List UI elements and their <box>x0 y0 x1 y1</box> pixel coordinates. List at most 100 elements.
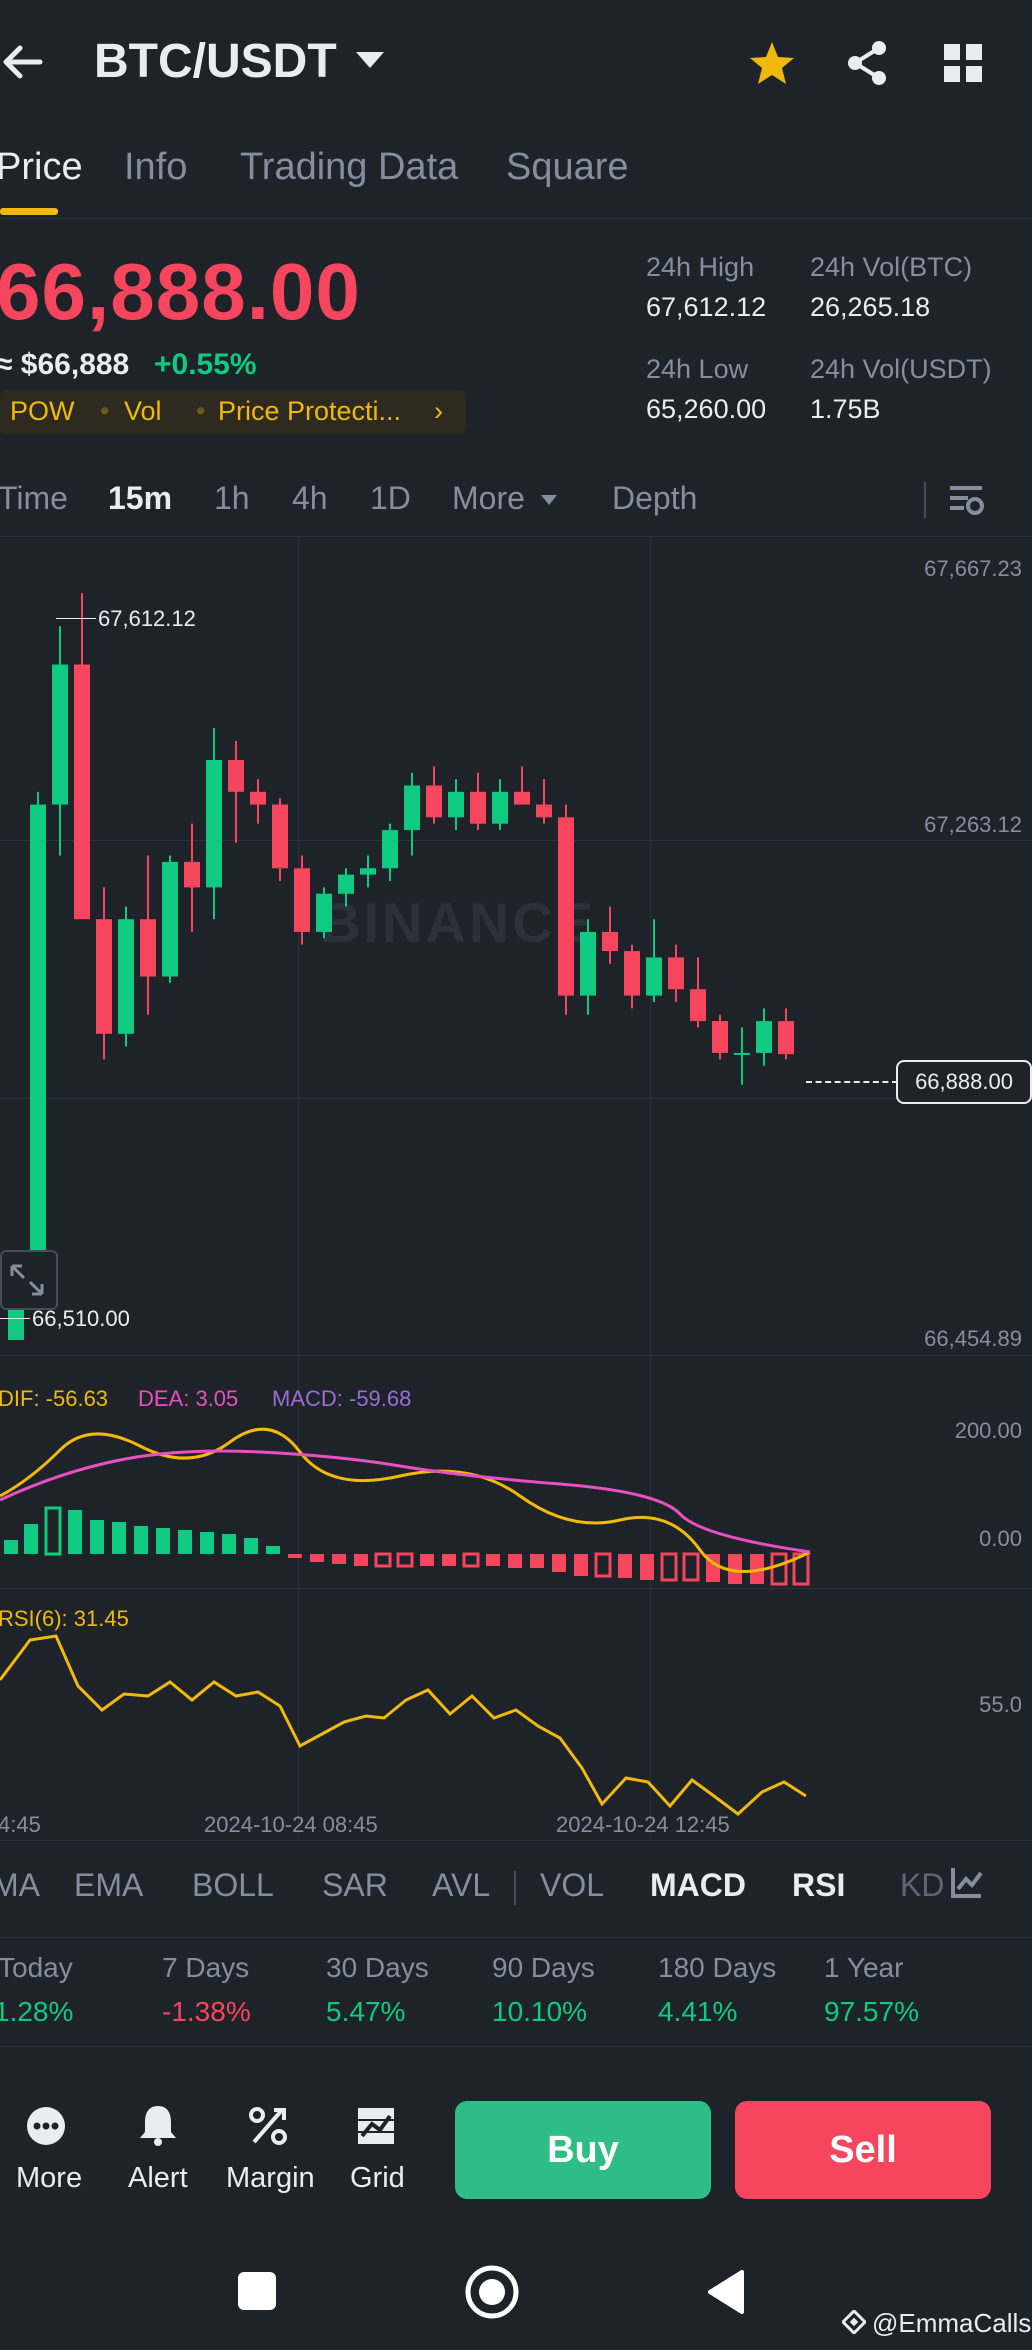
indicator-boll[interactable]: BOLL <box>192 1867 274 1904</box>
fullscreen-button[interactable] <box>0 1250 58 1310</box>
tab-square[interactable]: Square <box>506 146 629 189</box>
candle-body <box>206 760 222 888</box>
indicator-rsi[interactable]: RSI <box>792 1867 845 1904</box>
x-axis-label: 2024-10-24 12:45 <box>556 1812 730 1837</box>
timeframe-1d[interactable]: 1D <box>370 480 411 517</box>
timeframe-more[interactable]: More <box>452 480 525 517</box>
alert-bell-icon[interactable] <box>138 2104 178 2146</box>
candle-body <box>690 989 706 1022</box>
candle-body <box>382 830 398 869</box>
system-nav-bar: @EmmaCalls <box>0 2246 1032 2350</box>
more-dots-icon <box>27 2107 65 2145</box>
candle <box>756 1008 772 1066</box>
tag-pow[interactable]: POW <box>10 396 75 427</box>
indicator-ma[interactable]: MA <box>0 1867 40 1904</box>
timeframe-time[interactable]: Time <box>0 480 68 517</box>
candle-body <box>492 791 508 824</box>
candle-body <box>646 957 662 996</box>
home-circle-icon[interactable] <box>464 2264 520 2320</box>
indicator-settings-icon[interactable] <box>950 1865 984 1899</box>
candle-body <box>426 785 442 818</box>
candle <box>206 728 222 920</box>
margin-action-label[interactable]: Margin <box>226 2162 315 2195</box>
candle-body <box>778 1021 794 1055</box>
rsi-line <box>0 1634 807 1816</box>
timeframe-depth[interactable]: Depth <box>612 480 697 517</box>
candle <box>668 944 684 1002</box>
candle <box>448 779 464 831</box>
candle <box>52 626 68 856</box>
candle <box>250 779 266 824</box>
perf-label-7d: 7 Days <box>162 1952 250 1983</box>
candle-body <box>514 791 530 805</box>
sell-button[interactable]: Sell <box>735 2101 991 2199</box>
dropdown-caret-icon[interactable] <box>354 50 386 72</box>
price-change-percent: +0.55% <box>154 348 257 381</box>
tag-vol[interactable]: Vol <box>124 396 162 427</box>
usd-equivalent: ≈ $66,888 <box>0 348 130 381</box>
share-icon[interactable] <box>846 40 888 86</box>
candle-body <box>448 791 464 818</box>
timeframe-15m[interactable]: 15m <box>108 480 172 517</box>
chevron-right-icon[interactable]: › <box>434 396 443 427</box>
timeframe-1h[interactable]: 1h <box>214 480 250 517</box>
candlestick-chart[interactable] <box>0 540 1032 1340</box>
candle-body <box>580 931 596 996</box>
x-axis-label: 4:45 <box>0 1812 41 1837</box>
perf-label-1y: 1 Year <box>824 1952 904 1983</box>
recent-apps-icon[interactable] <box>238 2272 276 2310</box>
indicator-vol[interactable]: VOL <box>540 1867 604 1904</box>
candle <box>338 868 354 907</box>
candle-body <box>316 893 332 932</box>
top-bar: BTC/USDT <box>0 0 1032 130</box>
y-axis-label: 66,454.89 <box>924 1326 1022 1351</box>
high-marker-line <box>56 618 96 619</box>
stat-24h-high-value: 67,612.12 <box>646 292 767 322</box>
candle-body <box>96 919 112 1034</box>
current-price-line <box>806 1081 898 1083</box>
candle <box>294 855 310 945</box>
indicator-avl[interactable]: AVL <box>432 1867 490 1904</box>
alert-action-label[interactable]: Alert <box>128 2162 188 2195</box>
candle-body <box>294 868 310 932</box>
tag-price-protection[interactable]: Price Protecti... <box>218 396 401 427</box>
grid-action-label[interactable]: Grid <box>350 2162 405 2195</box>
candle-body <box>756 1021 772 1053</box>
candle-body <box>272 804 288 869</box>
candle <box>470 772 486 831</box>
indicator-macd[interactable]: MACD <box>650 1867 746 1904</box>
buy-button[interactable]: Buy <box>455 2101 711 2199</box>
divider <box>924 482 926 518</box>
perf-label-90d: 90 Days <box>492 1952 595 1983</box>
indicator-kd[interactable]: KD <box>900 1867 944 1904</box>
tab-trading-data[interactable]: Trading Data <box>240 146 458 189</box>
candle-body <box>228 760 244 792</box>
timeframe-4h[interactable]: 4h <box>292 480 328 517</box>
grid-trading-icon[interactable] <box>356 2106 396 2146</box>
macd-chart <box>0 1427 811 1586</box>
margin-percent-icon[interactable] <box>248 2106 288 2146</box>
indicator-sar[interactable]: SAR <box>322 1867 388 1904</box>
candle-body <box>558 817 574 996</box>
indicator-ema[interactable]: EMA <box>74 1867 143 1904</box>
more-action-label[interactable]: More <box>16 2162 82 2195</box>
perf-value-30d: 5.47% <box>326 1996 406 2027</box>
candle <box>624 944 640 1009</box>
candle <box>646 919 662 1002</box>
candle-body <box>30 804 46 1289</box>
candle <box>778 1008 794 1060</box>
back-triangle-icon[interactable] <box>704 2268 746 2316</box>
back-arrow-icon[interactable] <box>0 40 44 84</box>
star-favorite-icon[interactable] <box>748 40 796 86</box>
stat-24h-vol-btc-value: 26,265.18 <box>810 292 931 322</box>
candle-body <box>536 804 552 818</box>
tag-bar[interactable]: POW • Vol • Price Protecti... › <box>0 390 466 434</box>
expand-icon <box>10 1264 44 1296</box>
tab-info[interactable]: Info <box>124 146 187 189</box>
tab-price[interactable]: Price <box>0 146 83 189</box>
pair-title[interactable]: BTC/USDT <box>94 34 337 89</box>
grid-menu-icon[interactable] <box>944 44 982 82</box>
chart-settings-icon[interactable] <box>948 482 984 518</box>
current-price-tag[interactable]: 66,888.00 <box>896 1060 1032 1104</box>
candle-body <box>624 951 640 996</box>
